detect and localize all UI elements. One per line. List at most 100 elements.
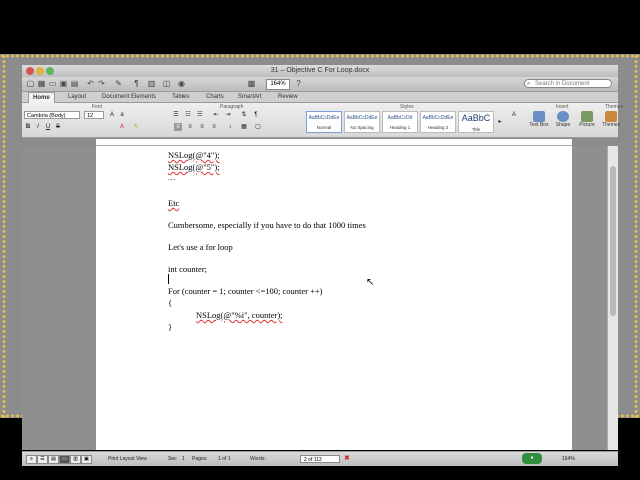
insert-text-box[interactable]: Text Box [528,111,550,135]
multilevel-list-icon[interactable]: ☵ [196,111,204,119]
view-icon[interactable]: ▩ [247,79,256,88]
style-no-spacing[interactable]: AaBbCcDdEe No Spacing [344,111,380,133]
draft-view-button[interactable]: ≡ [26,455,37,464]
borders-icon[interactable]: ▢ [254,123,262,131]
tab-layout[interactable]: Layout [64,92,90,102]
status-zoom-value: 164% [562,456,575,462]
new-document-icon[interactable]: ▢ [26,79,35,88]
underline-icon[interactable]: U [44,123,52,131]
publishing-view-button[interactable]: ▤ [48,455,59,464]
search-placeholder: Search in Document [535,81,590,87]
numbering-icon[interactable]: ☷ [184,111,192,119]
notebook-view-button[interactable]: ▥ [70,455,81,464]
style-name: Heading 1 [389,125,411,130]
grow-font-icon[interactable]: A [108,111,116,119]
format-painter-icon[interactable]: ✎ [114,79,123,88]
doc-line: ..... [168,176,176,182]
justify-icon[interactable]: ≡ [210,123,218,131]
word-count[interactable]: 2 of 113 [300,455,340,463]
insert-group-label: Insert [556,104,569,110]
style-sample: AaBbCcDd [387,115,413,121]
align-left-icon[interactable]: ≡ [174,123,182,131]
insert-picture[interactable]: Picture [576,111,598,135]
paragraph-marks-icon[interactable]: ¶ [132,79,141,88]
templates-icon[interactable]: ▦ [37,79,46,88]
search-input[interactable]: ⌕ Search in Document [524,79,612,88]
horizontal-ruler[interactable] [96,139,572,146]
shrink-font-icon[interactable]: a [118,111,126,119]
save-icon[interactable]: ▣ [59,79,68,88]
styles-group-label: Styles [400,104,414,110]
status-bar: ≡ ☰ ▤ ▭ ▥ ▣ Print Layout View Sec 1 Page… [22,451,618,466]
style-normal[interactable]: AaBbCcDdEe Normal [306,111,342,133]
ribbon-tabs: Home Layout Document Elements Tables Cha… [22,92,618,103]
shading-icon[interactable]: ▦ [240,123,248,131]
style-heading-2[interactable]: AaBbCcDdEe Heading 2 [420,111,456,133]
ribbon: Font Paragraph Styles Insert Themes Camb… [22,103,623,138]
themes-button[interactable]: Themes [600,111,622,135]
insert-shape[interactable]: Shape [552,111,574,135]
undo-icon[interactable]: ↶ [86,79,95,88]
picture-icon [581,111,593,122]
document-page[interactable]: NSLog(@"4"); NSLog(@"5"); ..... Etc Cumb… [96,146,572,450]
frame-border-right [634,54,638,418]
frame-border-top [0,54,640,58]
font-name-select[interactable]: Cambria (Body) [24,111,80,119]
style-name: Heading 2 [427,125,449,130]
show-marks-icon[interactable]: ¶ [252,111,260,119]
doc-line: NSLog(@"4"); [168,150,220,160]
italic-icon[interactable]: I [34,123,42,131]
bold-icon[interactable]: B [24,123,32,131]
align-right-icon[interactable]: ≡ [198,123,206,131]
style-sample: AaBbC [461,113,491,123]
tab-smartart[interactable]: SmartArt [234,92,266,102]
font-color-icon[interactable]: A [118,123,126,131]
outline-view-button[interactable]: ☰ [37,455,48,464]
increase-indent-icon[interactable]: ⇥ [224,111,232,119]
sidebar-icon[interactable]: ▥ [147,79,156,88]
style-sample: AaBbCcDdEe [308,115,340,121]
help-icon[interactable]: ? [294,79,303,88]
highlight-icon[interactable]: ✎ [132,123,140,131]
vertical-scrollbar[interactable] [607,146,618,450]
bullets-icon[interactable]: ☰ [172,111,180,119]
toolbox-icon[interactable]: ◫ [162,79,171,88]
open-folder-icon[interactable]: ▭ [48,79,57,88]
doc-line: Etc [168,198,180,208]
style-sample: AaBbCcDdEe [346,115,378,121]
styles-more-icon[interactable]: ▸ [496,118,504,126]
line-spacing-icon[interactable]: ↕ [226,123,234,131]
align-center-icon[interactable]: ≡ [186,123,194,131]
insert-picture-label: Picture [579,122,595,128]
media-browser-icon[interactable]: ◉ [177,79,186,88]
print-icon[interactable]: ▤ [70,79,79,88]
styles-pane-icon[interactable]: A [510,111,518,119]
sort-icon[interactable]: ⇅ [240,111,248,119]
tab-charts[interactable]: Charts [202,92,228,102]
font-group-label: Font [92,104,103,110]
style-heading-1[interactable]: AaBbCcDd Heading 1 [382,111,418,133]
spelling-status-icon[interactable]: ✖ [344,455,352,463]
tab-review[interactable]: Review [274,92,302,102]
full-screen-view-button[interactable]: ▣ [81,455,92,464]
zoom-field[interactable]: 164% [266,79,290,90]
search-icon: ⌕ [527,81,531,87]
standard-toolbar: ▢ ▦ ▭ ▣ ▤ ↶ ↷ ✎ ¶ ▥ ◫ ◉ ▩ 164% ? ⌕ Searc… [22,77,618,92]
font-size-select[interactable]: 12 [84,111,104,119]
tab-home[interactable]: Home [28,92,55,103]
tab-document-elements[interactable]: Document Elements [98,92,160,102]
decrease-indent-icon[interactable]: ⇤ [212,111,220,119]
print-layout-view-button[interactable]: ▭ [59,455,70,464]
style-title[interactable]: AaBbC Title [458,111,494,133]
strikethrough-icon[interactable]: S [54,123,62,131]
section-label: Sec [168,456,177,462]
doc-line: int counter; [168,264,207,274]
redo-icon[interactable]: ↷ [97,79,106,88]
tab-tables[interactable]: Tables [168,92,193,102]
themes-group-label: Themes [605,104,624,110]
scroll-thumb[interactable] [610,166,616,316]
text-box-icon [533,111,545,122]
recording-badge: ● [522,453,542,464]
document-area: NSLog(@"4"); NSLog(@"5"); ..... Etc Cumb… [22,146,618,450]
doc-line: } [168,322,173,332]
